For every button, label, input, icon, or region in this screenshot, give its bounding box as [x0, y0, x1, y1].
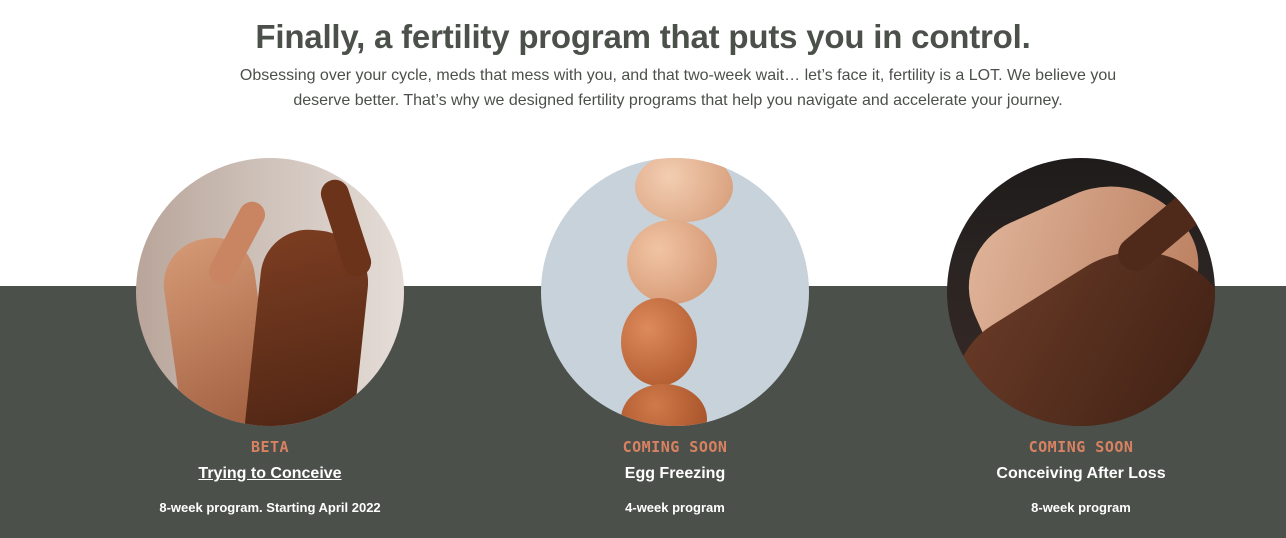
page-title: Finally, a fertility program that puts y…	[255, 18, 1031, 55]
stacked-eggs-photo	[541, 158, 809, 426]
status-badge: COMING SOON	[622, 438, 728, 456]
program-details: 8-week program	[1031, 500, 1131, 515]
status-badge: COMING SOON	[1028, 438, 1134, 456]
intro-paragraph: Obsessing over your cycle, meds that mes…	[239, 67, 1117, 109]
holding-hands-photo	[947, 158, 1215, 426]
program-card-egg-freezing: COMING SOON Egg Freezing 4-week program	[525, 158, 825, 515]
program-title-egg-freezing: Egg Freezing	[624, 465, 726, 482]
program-card-trying-to-conceive: BETA Trying to Conceive 8-week program. …	[120, 158, 420, 515]
status-badge: BETA	[250, 438, 290, 456]
program-link-trying-to-conceive[interactable]: Trying to Conceive	[198, 465, 341, 483]
program-details: 4-week program	[625, 500, 725, 515]
program-title-conceiving-after-loss: Conceiving After Loss	[996, 465, 1166, 482]
program-card-conceiving-after-loss: COMING SOON Conceiving After Loss 8-week…	[931, 158, 1231, 515]
hands-pinky-promise-photo	[136, 158, 404, 426]
program-details: 8-week program. Starting April 2022	[159, 500, 381, 515]
